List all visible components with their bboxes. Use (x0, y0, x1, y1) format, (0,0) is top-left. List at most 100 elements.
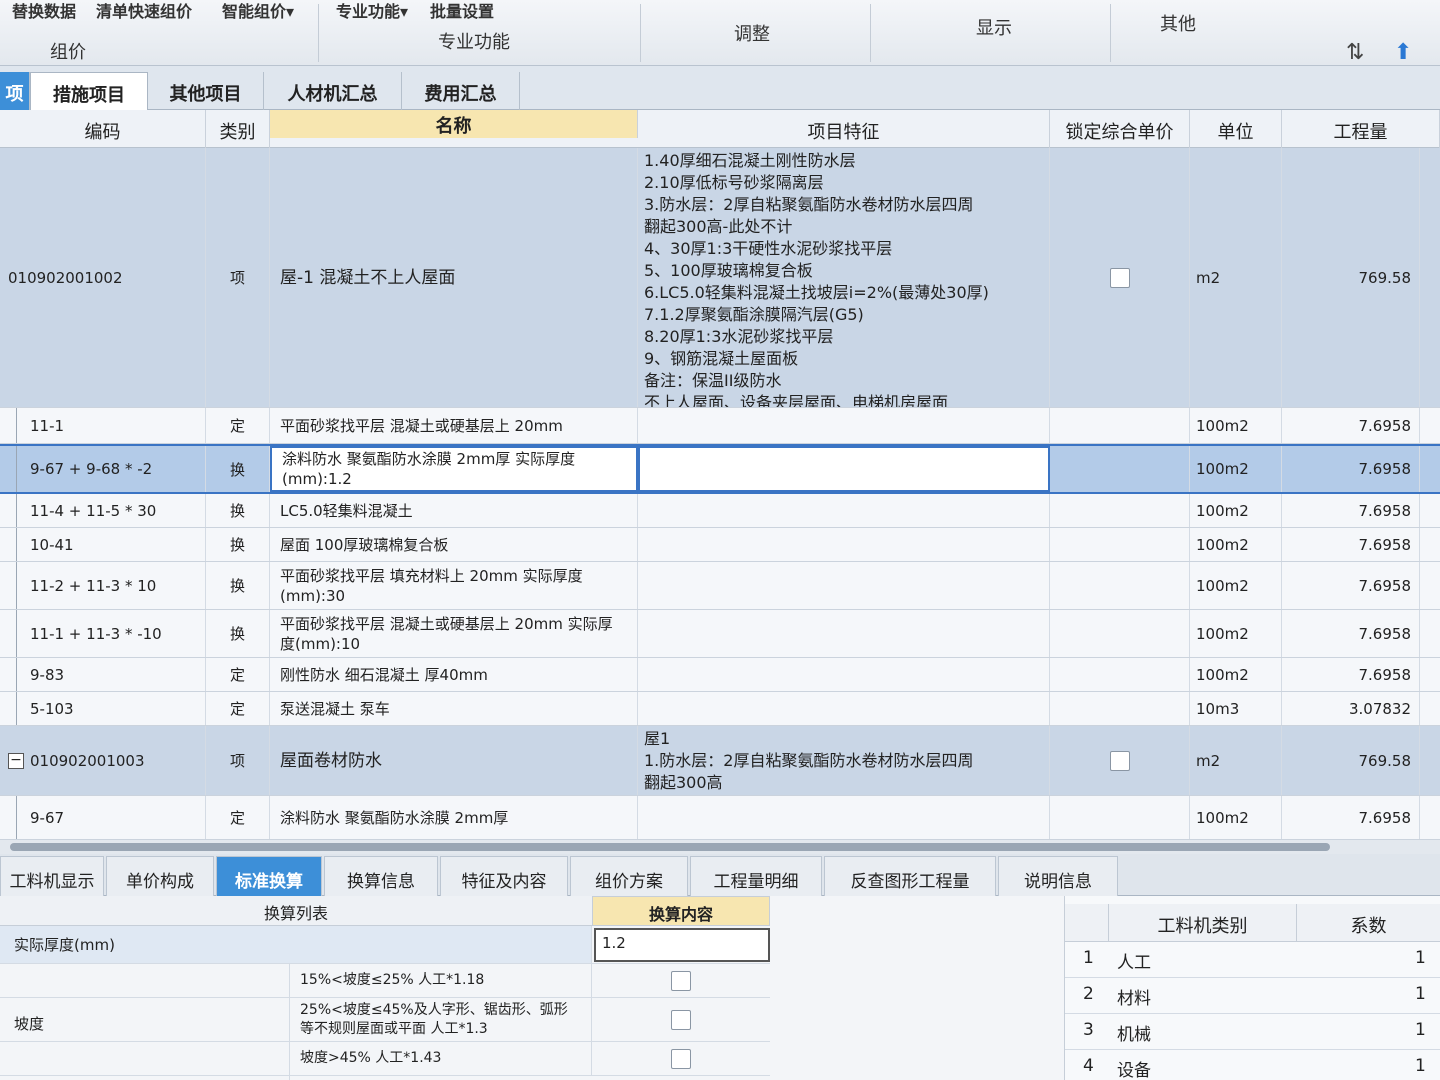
row-name[interactable]: 泵送混凝土 泵车 (270, 692, 638, 725)
row-quantity[interactable]: 7.6958 (1282, 658, 1420, 691)
header-name[interactable]: 名称 (270, 110, 638, 138)
tab-labor-material-machine[interactable]: 人材机汇总 (264, 72, 402, 110)
row-lock-cell (1050, 408, 1190, 443)
batch-settings-button[interactable]: 批量设置 (430, 0, 494, 22)
table-row[interactable]: 11-1 + 11-3 * -10 换 平面砂浆找平层 混凝土或硬基层上 20m… (0, 610, 1440, 658)
replace-data-button[interactable]: 替换数据 (12, 0, 76, 22)
slope-option-row[interactable]: 15%<坡度≤25% 人工*1.18 (0, 964, 770, 998)
row-features[interactable] (638, 796, 1050, 839)
tab-reverse-lookup[interactable]: 反查图形工程量 (824, 856, 996, 896)
row-name[interactable]: 屋面卷材防水 (270, 726, 638, 795)
row-name[interactable]: 平面砂浆找平层 填充材料上 20mm 实际厚度(mm):30 (270, 562, 638, 609)
coef-row[interactable]: 2 材料 1 (1065, 978, 1440, 1014)
group-label-display: 显示 (976, 18, 1012, 39)
row-quantity[interactable]: 769.58 (1282, 148, 1420, 407)
header-category[interactable]: 类别 (206, 110, 270, 148)
row-quantity[interactable]: 7.6958 (1282, 562, 1420, 609)
tab-description[interactable]: 说明信息 (998, 856, 1118, 896)
row-lock-cell (1050, 658, 1190, 691)
table-row[interactable]: 5-103 定 泵送混凝土 泵车 10m3 3.07832 (0, 692, 1440, 726)
horizontal-scrollbar[interactable] (0, 840, 1440, 854)
scrollbar-thumb[interactable] (10, 843, 1330, 851)
tab-other-items[interactable]: 其他项目 (148, 72, 264, 110)
tab-quantity-detail[interactable]: 工程量明细 (690, 856, 822, 896)
coef-row[interactable]: 4 设备 1 (1065, 1050, 1440, 1080)
row-unit: 10m3 (1190, 692, 1282, 725)
row-code: 5-103 (0, 692, 206, 725)
slope-option-row[interactable]: 25%<坡度≤45%及人字形、锯齿形、弧形等不规则屋面或平面 人工*1.3 (0, 998, 770, 1042)
professional-function-button[interactable]: 专业功能▾ (336, 0, 408, 22)
table-row[interactable]: 9-67 定 涂料防水 聚氨酯防水涂膜 2mm厚 100m2 7.6958 (0, 796, 1440, 840)
row-name[interactable]: 刚性防水 细石混凝土 厚40mm (270, 658, 638, 691)
table-row[interactable]: − 010902001003 项 屋面卷材防水 屋1 1.防水层：2厚自粘聚氨酯… (0, 726, 1440, 796)
row-features[interactable] (638, 494, 1050, 527)
tab-features-content[interactable]: 特征及内容 (440, 856, 568, 896)
tab-unit-price-composition[interactable]: 单价构成 (106, 856, 214, 896)
header-unit[interactable]: 单位 (1190, 110, 1282, 148)
row-features[interactable] (638, 692, 1050, 725)
row-quantity[interactable]: 7.6958 (1282, 494, 1420, 527)
lock-price-checkbox[interactable] (1050, 726, 1190, 795)
row-name[interactable]: 涂料防水 聚氨酯防水涂膜 2mm厚 (270, 796, 638, 839)
coef-row-value[interactable]: 1 (1415, 948, 1426, 968)
slope-option-row[interactable]: 坡度>45% 人工*1.43 (0, 1042, 770, 1076)
header-quantity[interactable]: 工程量 (1282, 110, 1440, 148)
tab-conversion-info[interactable]: 换算信息 (324, 856, 438, 896)
quick-pricing-button[interactable]: 清单快速组价 (96, 0, 192, 22)
table-row[interactable]: 9-83 定 刚性防水 细石混凝土 厚40mm 100m2 7.6958 (0, 658, 1440, 692)
row-features[interactable]: 1.40厚细石混凝土刚性防水层 2.10厚低标号砂浆隔离层 3.防水层：2厚自粘… (638, 148, 1050, 407)
sort-icon[interactable]: ⇅ (1346, 42, 1364, 64)
row-quantity[interactable]: 7.6958 (1282, 446, 1420, 492)
row-name[interactable]: 平面砂浆找平层 混凝土或硬基层上 20mm (270, 408, 638, 443)
row-features[interactable] (638, 610, 1050, 657)
smart-pricing-button[interactable]: 智能组价▾ (222, 0, 294, 22)
slope-option-checkbox[interactable] (592, 998, 770, 1041)
coef-row-value[interactable]: 1 (1415, 1020, 1426, 1040)
row-name[interactable]: 平面砂浆找平层 混凝土或硬基层上 20mm 实际厚度(mm):10 (270, 610, 638, 657)
slope-option-checkbox[interactable] (592, 964, 770, 997)
row-name[interactable]: 屋-1 混凝土不上人屋面 (270, 148, 638, 407)
coef-row[interactable]: 3 机械 1 (1065, 1014, 1440, 1050)
coef-row[interactable]: 1 人工 1 (1065, 942, 1440, 978)
row-quantity[interactable]: 7.6958 (1282, 408, 1420, 443)
coef-row-no: 3 (1083, 1020, 1094, 1040)
row-quantity[interactable]: 7.6958 (1282, 610, 1420, 657)
header-lock-price[interactable]: 锁定综合单价 (1050, 110, 1190, 148)
row-features[interactable] (638, 562, 1050, 609)
row-features[interactable] (638, 528, 1050, 561)
thickness-input[interactable]: 1.2 (594, 928, 770, 962)
row-features[interactable] (638, 408, 1050, 443)
header-features[interactable]: 项目特征 (638, 110, 1050, 148)
table-row[interactable]: 10-41 换 屋面 100厚玻璃棉复合板 100m2 7.6958 (0, 528, 1440, 562)
row-features[interactable]: 屋1 1.防水层：2厚自粘聚氨酯防水卷材防水层四周 翻起300高 (638, 726, 1050, 795)
tab-standard-conversion[interactable]: 标准换算 (216, 856, 322, 896)
coef-row-value[interactable]: 1 (1415, 984, 1426, 1004)
row-quantity[interactable]: 3.07832 (1282, 692, 1420, 725)
row-features[interactable] (638, 658, 1050, 691)
up-arrow-icon[interactable]: ⬆ (1394, 42, 1412, 64)
table-row-selected[interactable]: 9-67 + 9-68 * -2 换 涂料防水 聚氨酯防水涂膜 2mm厚 实际厚… (0, 444, 1440, 494)
row-name[interactable]: 涂料防水 聚氨酯防水涂膜 2mm厚 实际厚度(mm):1.2 (270, 446, 638, 492)
tab-cost-summary[interactable]: 费用汇总 (402, 72, 520, 110)
table-row[interactable]: 010902001002 项 屋-1 混凝土不上人屋面 1.40厚细石混凝土刚性… (0, 148, 1440, 408)
collapse-icon[interactable]: − (8, 752, 24, 769)
row-unit: m2 (1190, 726, 1282, 795)
tab-items[interactable]: 项 (0, 72, 30, 110)
coef-row-value[interactable]: 1 (1415, 1056, 1426, 1076)
row-name[interactable]: LC5.0轻集料混凝土 (270, 494, 638, 527)
table-row[interactable]: 11-2 + 11-3 * 10 换 平面砂浆找平层 填充材料上 20mm 实际… (0, 562, 1440, 610)
tab-pricing-scheme[interactable]: 组价方案 (570, 856, 688, 896)
row-category: 定 (206, 408, 270, 443)
slope-option-checkbox[interactable] (592, 1042, 770, 1075)
header-code[interactable]: 编码 (0, 110, 206, 148)
row-features[interactable] (638, 446, 1050, 492)
tab-resource-display[interactable]: 工料机显示 (0, 856, 104, 896)
row-quantity[interactable]: 7.6958 (1282, 796, 1420, 839)
table-row[interactable]: 11-1 定 平面砂浆找平层 混凝土或硬基层上 20mm 100m2 7.695… (0, 408, 1440, 444)
row-quantity[interactable]: 769.58 (1282, 726, 1420, 795)
row-quantity[interactable]: 7.6958 (1282, 528, 1420, 561)
row-name[interactable]: 屋面 100厚玻璃棉复合板 (270, 528, 638, 561)
tab-measures[interactable]: 措施项目 (30, 72, 148, 110)
lock-price-checkbox[interactable] (1050, 148, 1190, 407)
table-row[interactable]: 11-4 + 11-5 * 30 换 LC5.0轻集料混凝土 100m2 7.6… (0, 494, 1440, 528)
